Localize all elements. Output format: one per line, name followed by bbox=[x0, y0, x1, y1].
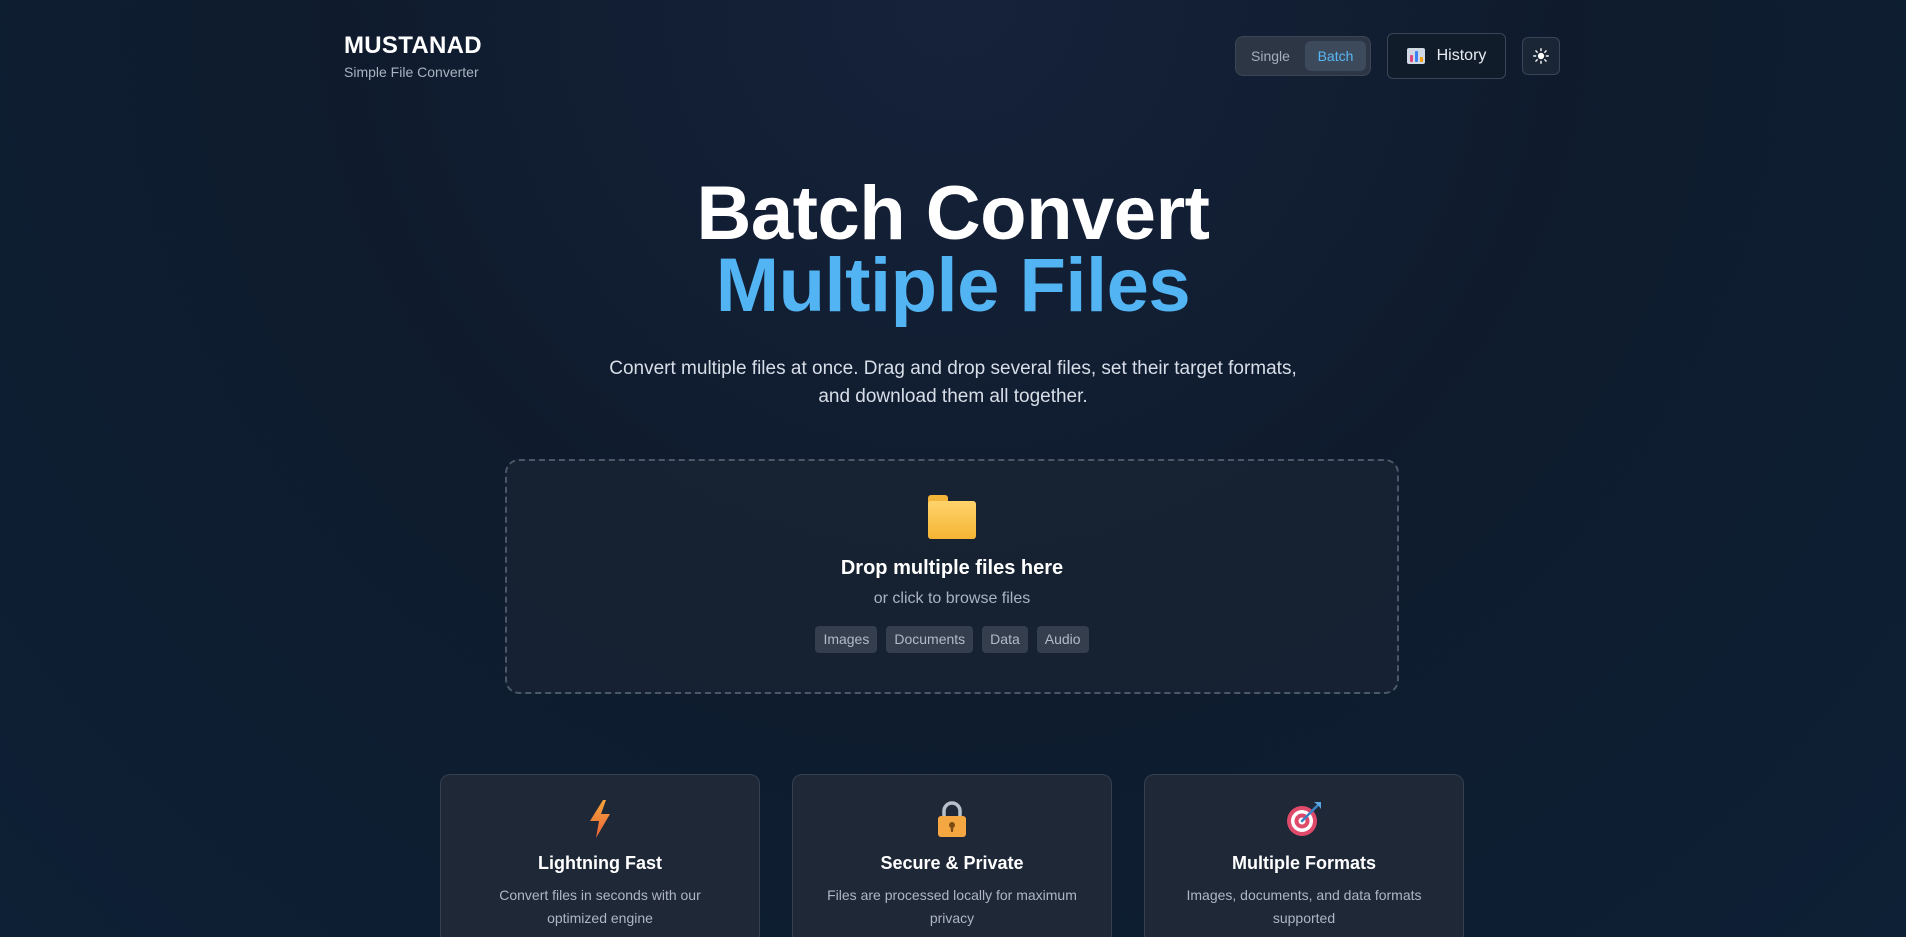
mode-toggle: Single Batch bbox=[1235, 36, 1371, 76]
lightning-icon bbox=[590, 800, 610, 838]
hero-subtitle: Convert multiple files at once. Drag and… bbox=[609, 358, 1297, 407]
sun-icon bbox=[1533, 48, 1549, 64]
mode-batch-button[interactable]: Batch bbox=[1305, 41, 1366, 71]
dropzone-subtitle: or click to browse files bbox=[873, 590, 1031, 607]
format-tag-documents: Documents bbox=[886, 626, 974, 653]
history-label: History bbox=[1436, 47, 1487, 64]
format-tag-audio: Audio bbox=[1036, 626, 1089, 653]
feature-description: Files are processed locally for maximum … bbox=[827, 887, 1077, 926]
feature-title: Multiple Formats bbox=[1231, 853, 1376, 873]
feature-title: Secure & Private bbox=[880, 853, 1024, 873]
hero-title: Batch Convert Multiple Files bbox=[0, 171, 1906, 328]
feature-description: Images, documents, and data formats supp… bbox=[1186, 887, 1422, 926]
feature-card-multiple-formats: Multiple Formats Images, documents, and … bbox=[1144, 774, 1464, 937]
brand-tagline: Simple File Converter bbox=[344, 64, 479, 80]
brand-name: MUSTANAD bbox=[344, 32, 482, 59]
brand[interactable]: MUSTANAD Simple File Converter bbox=[344, 32, 482, 80]
theme-toggle-button[interactable] bbox=[1522, 37, 1560, 75]
target-icon bbox=[1287, 802, 1321, 836]
hero-title-line2: Multiple Files bbox=[715, 243, 1191, 328]
format-tag-data: Data bbox=[982, 626, 1028, 653]
format-tags: Images Documents Data Audio bbox=[815, 626, 1089, 653]
file-dropzone[interactable]: Drop multiple files here or click to bro… bbox=[505, 459, 1399, 694]
hero-title-line1: Batch Convert bbox=[696, 171, 1210, 256]
format-tag-images: Images bbox=[815, 626, 878, 653]
feature-card-lightning-fast: Lightning Fast Convert files in seconds … bbox=[440, 774, 760, 937]
folder-icon bbox=[928, 495, 976, 539]
feature-title: Lightning Fast bbox=[538, 853, 662, 873]
lock-icon bbox=[938, 801, 966, 837]
feature-card-secure-private: Secure & Private Files are processed loc… bbox=[792, 774, 1112, 937]
mode-single-button[interactable]: Single bbox=[1240, 41, 1301, 71]
bar-chart-icon bbox=[1406, 48, 1425, 64]
dropzone-title: Drop multiple files here bbox=[840, 557, 1064, 579]
feature-description: Convert files in seconds with our optimi… bbox=[499, 887, 701, 926]
history-button[interactable]: History bbox=[1387, 33, 1506, 79]
